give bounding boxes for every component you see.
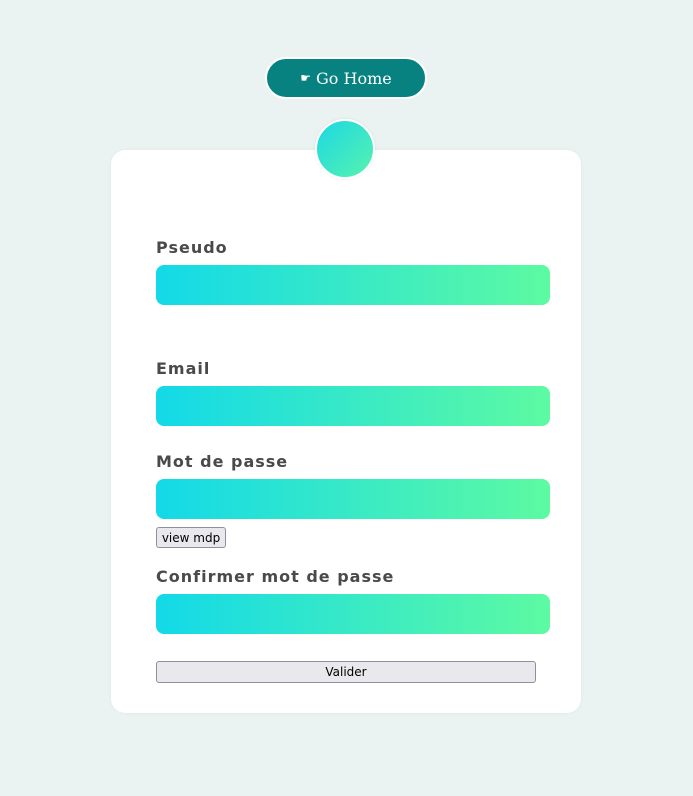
pseudo-label: Pseudo	[156, 238, 228, 257]
password-input[interactable]	[156, 479, 550, 519]
confirm-password-input[interactable]	[156, 594, 550, 634]
avatar	[315, 119, 375, 179]
go-home-label: Go Home	[316, 68, 392, 88]
confirm-password-label: Confirmer mot de passe	[156, 567, 395, 586]
view-password-button[interactable]: view mdp	[156, 527, 226, 548]
email-label: Email	[156, 359, 211, 378]
email-input[interactable]	[156, 386, 550, 426]
mortarboard-icon: ☛	[300, 71, 312, 85]
password-label: Mot de passe	[156, 452, 289, 471]
submit-button[interactable]: Valider	[156, 661, 536, 683]
go-home-button[interactable]: ☛ Go Home	[265, 57, 427, 99]
pseudo-input[interactable]	[156, 265, 550, 305]
